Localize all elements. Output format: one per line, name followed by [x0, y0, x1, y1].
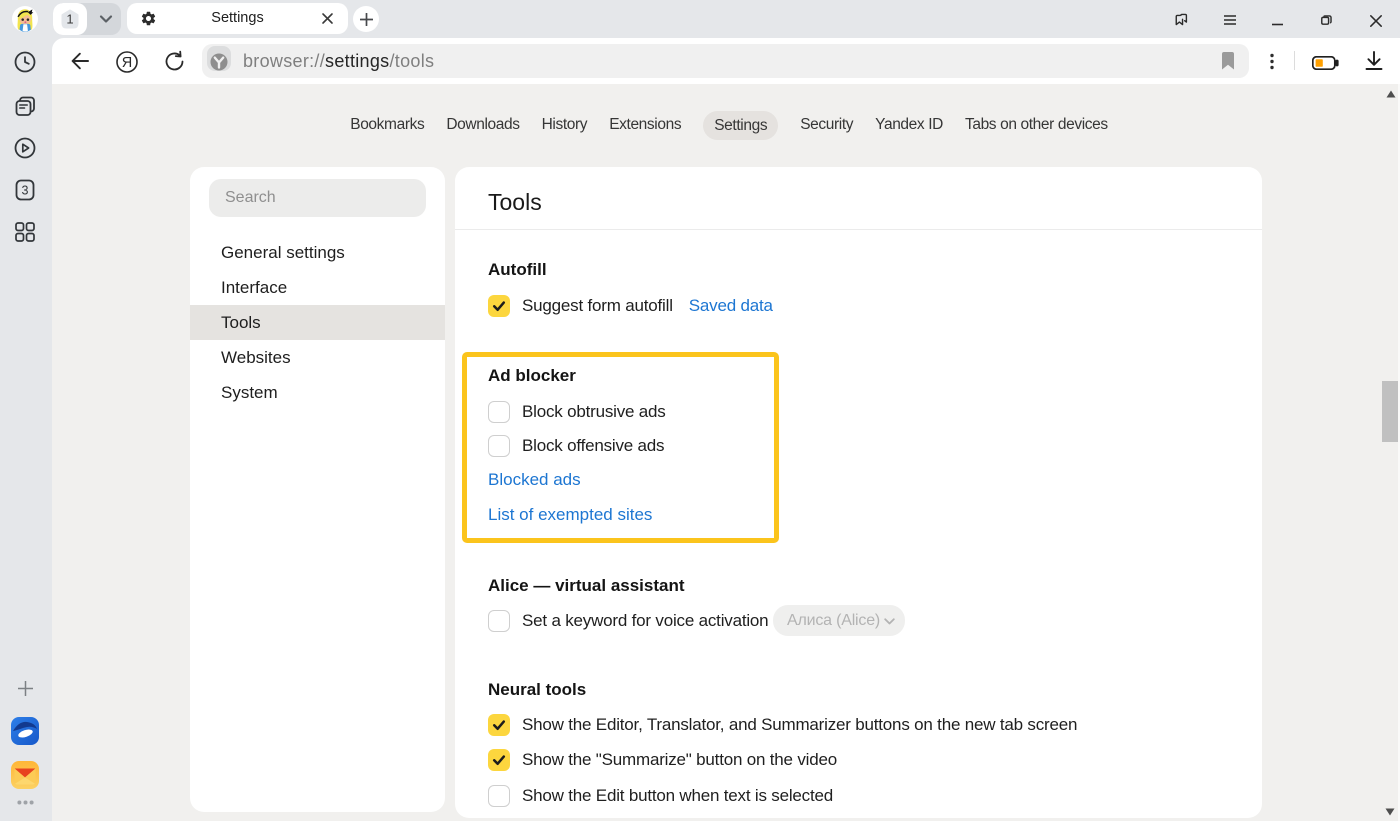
svg-text:3: 3 — [22, 184, 29, 198]
svg-text:1: 1 — [66, 12, 73, 27]
svg-text:Я: Я — [122, 55, 132, 71]
